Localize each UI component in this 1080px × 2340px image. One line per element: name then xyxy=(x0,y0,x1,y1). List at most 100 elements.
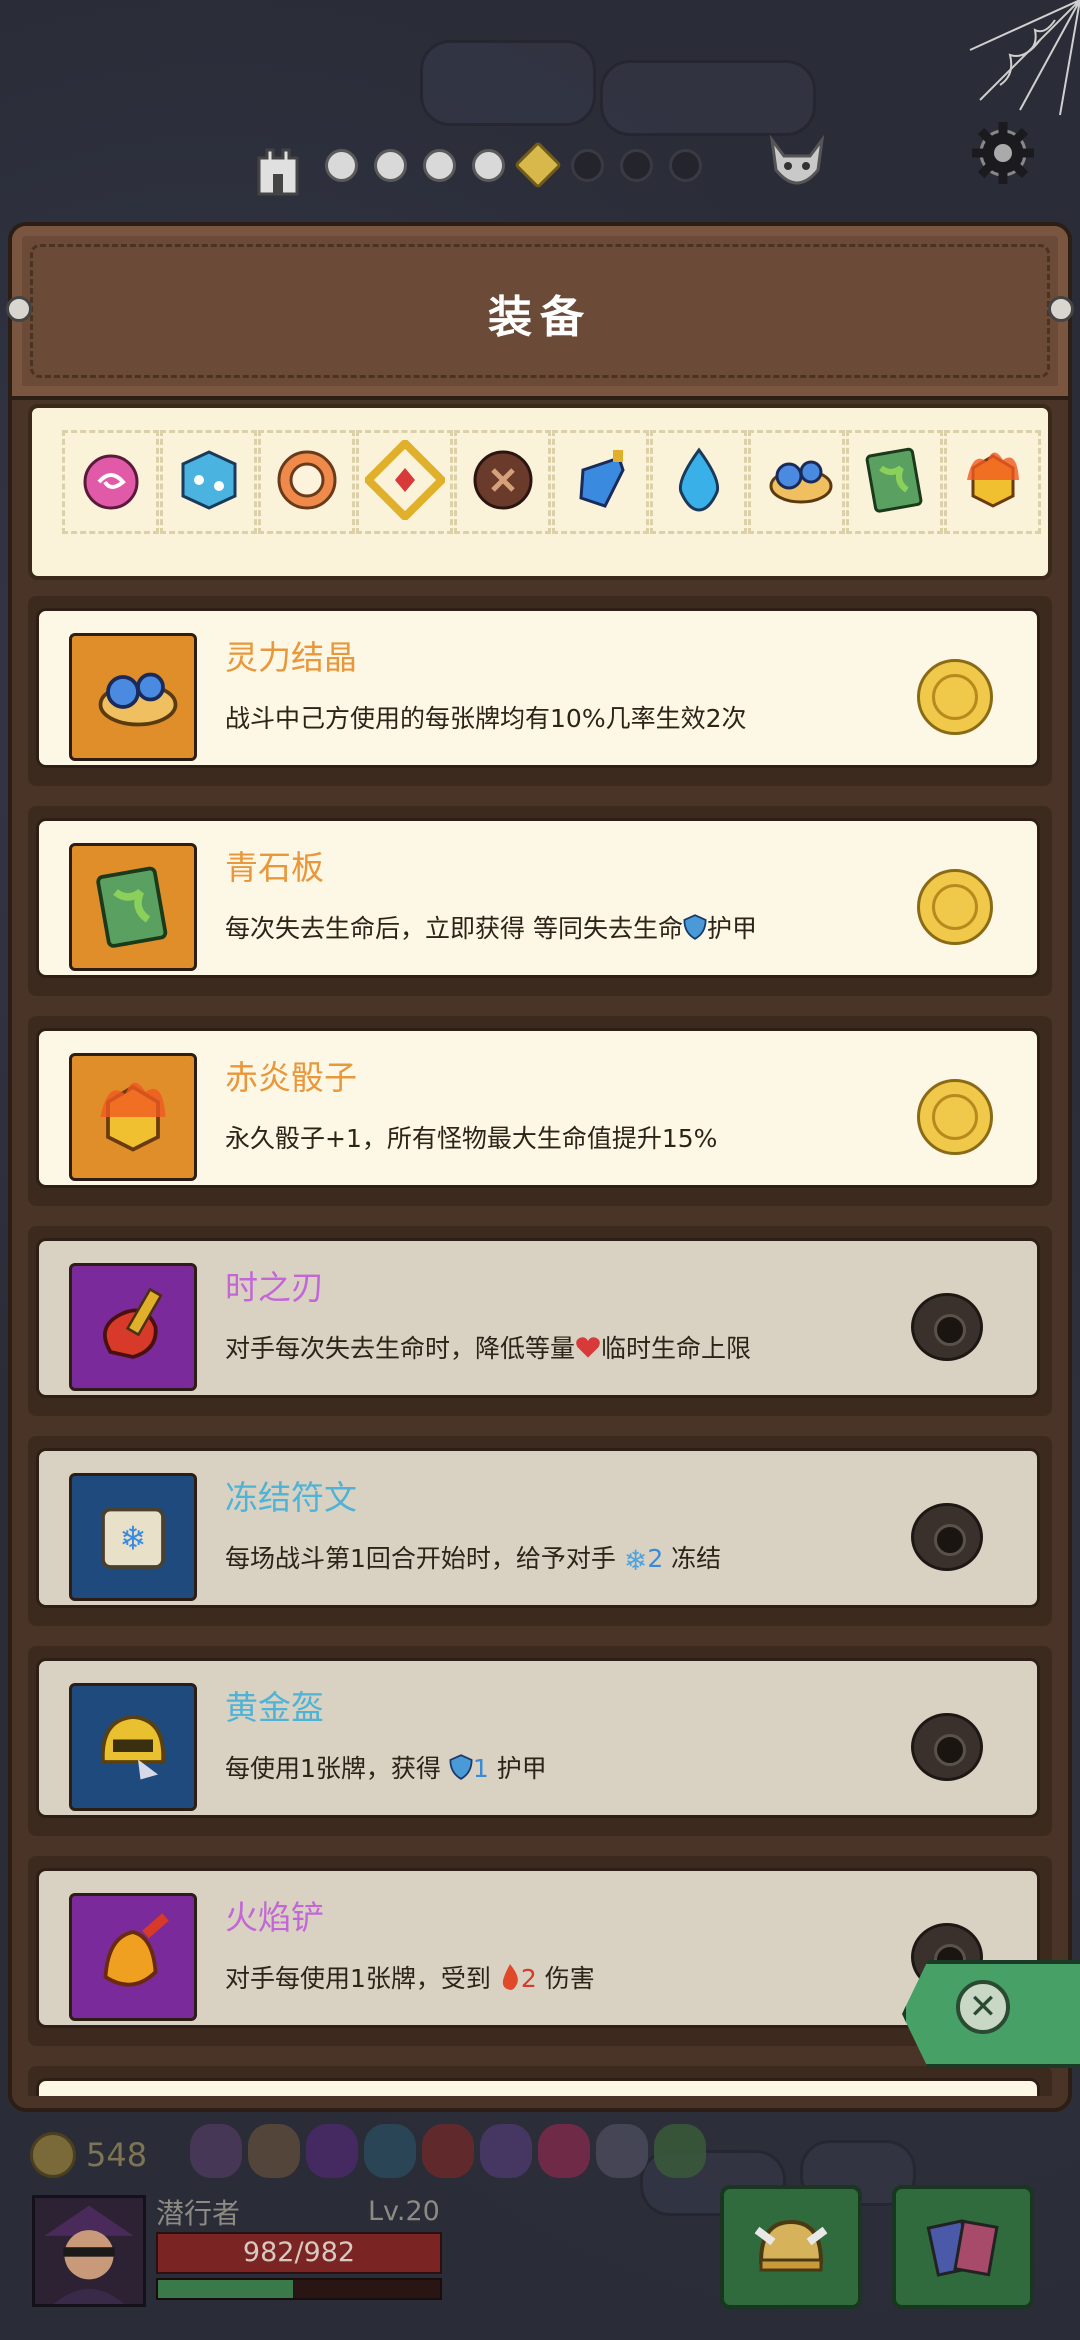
deck-button[interactable] xyxy=(892,2185,1034,2309)
monster-icon xyxy=(248,2124,300,2178)
progress-dot xyxy=(669,148,702,182)
equipment-card-body: 灵力结晶 战斗中己方使用的每张牌均有10%几率生效2次 xyxy=(36,608,1040,768)
snowflake-icon: ❄ xyxy=(623,1543,648,1577)
equipment-name: 冻结符文 xyxy=(225,1478,357,1517)
monster-icon xyxy=(480,2124,532,2178)
progress-dot xyxy=(374,148,407,182)
equipment-desc-text: 每次失去生命后，立即获得 等同失去生命 xyxy=(225,914,683,943)
hp-bar: 982/982 xyxy=(156,2232,442,2274)
spider-web-icon xyxy=(969,0,1080,116)
equipment-card[interactable]: 灵力结晶 战斗中己方使用的每张牌均有10%几率生效2次 xyxy=(28,596,1052,786)
equipment-desc: 每使用1张牌，获得 1 护甲 xyxy=(225,1749,547,1786)
spirit-crystal-icon xyxy=(69,633,197,761)
equipment-desc-text: 护甲 xyxy=(488,1754,547,1783)
gold-coin-icon[interactable] xyxy=(917,659,993,735)
equipped-slot[interactable] xyxy=(454,430,551,534)
equipment-card-body: 赤炎骰子永久骰子+1，所有怪物最大生命值提升15% xyxy=(36,1028,1040,1188)
equipment-card[interactable]: 青石板 每次失去生命后，立即获得 等同失去生命 护甲 xyxy=(28,806,1052,996)
equipment-card[interactable] xyxy=(28,2066,1052,2096)
equipment-card-body: 时之刃对手每次失去生命时，降低等量 临时生命上限 xyxy=(36,1238,1040,1398)
equipment-card-body xyxy=(36,2078,1040,2096)
settings-gear-icon[interactable] xyxy=(968,118,1038,188)
equipment-card-body: 黄金盔每使用1张牌，获得 1 护甲 xyxy=(36,1658,1040,1818)
equipment-desc-text: 战斗中己方使用的每张牌均有10%几率生效2次 xyxy=(225,704,747,733)
equipment-card-body: 青石板 每次失去生命后，立即获得 等同失去生命 护甲 xyxy=(36,818,1040,978)
monster-icon xyxy=(422,2124,474,2178)
demon-boss-icon xyxy=(769,134,825,185)
helmet-icon xyxy=(754,2219,828,2272)
monster-icon xyxy=(306,2124,358,2178)
equipment-desc: 永久骰子+1，所有怪物最大生命值提升15% xyxy=(225,1119,717,1155)
equipped-slot[interactable] xyxy=(62,430,159,534)
equipped-slot[interactable] xyxy=(356,430,453,534)
water-drop-icon xyxy=(659,440,739,524)
equipment-desc-text: 冻结 xyxy=(663,1544,722,1573)
equipped-slot[interactable] xyxy=(846,430,943,534)
fire-dice-icon xyxy=(953,440,1033,524)
equipment-desc-text: 临时生命上限 xyxy=(601,1334,752,1363)
equipment-card-body: ❄ 冻结符文每场战斗第1回合开始时，给予对手 ❄2 冻结 xyxy=(36,1448,1040,1608)
flame-icon xyxy=(499,1964,521,1997)
flame-shovel-icon xyxy=(69,1893,197,2021)
heart-icon xyxy=(575,1336,601,1365)
equipment-card[interactable]: 时之刃对手每次失去生命时，降低等量 临时生命上限 xyxy=(28,1226,1052,1416)
equipment-desc-text: 对手每次失去生命时，降低等量 xyxy=(225,1334,576,1363)
equipped-slot[interactable] xyxy=(944,430,1041,534)
monster-icon xyxy=(538,2124,590,2178)
gold-coin-icon[interactable] xyxy=(917,869,993,945)
equipment-desc: 对手每次失去生命时，降低等量 临时生命上限 xyxy=(225,1329,751,1365)
equipment-name: 赤炎骰子 xyxy=(225,1058,357,1097)
equipment-card-body: 火焰铲 对手每使用1张牌，受到 2 伤害 xyxy=(36,1868,1040,2028)
spirit-crystal-icon xyxy=(757,440,837,524)
equipment-list[interactable]: 灵力结晶 战斗中己方使用的每张牌均有10%几率生效2次 青石板 每次失去生命后，立即获… xyxy=(28,596,1052,2096)
time-blade-icon xyxy=(69,1263,197,1391)
close-icon[interactable]: ✕ xyxy=(956,1980,1010,2034)
effect-amount: 1 xyxy=(472,1754,489,1783)
effect-amount: 2 xyxy=(647,1544,664,1573)
panel-title: 装备 xyxy=(488,292,592,343)
ring-icon xyxy=(267,440,347,524)
equipped-slot[interactable] xyxy=(258,430,355,534)
xp-fill xyxy=(158,2280,294,2298)
green-slate-icon xyxy=(855,440,935,524)
player-avatar[interactable] xyxy=(32,2195,146,2307)
equipment-card[interactable]: ❄ 冻结符文每场战斗第1回合开始时，给予对手 ❄2 冻结 xyxy=(28,1436,1052,1626)
locked-slot-icon[interactable] xyxy=(911,1293,983,1361)
equipped-slot[interactable] xyxy=(748,430,845,534)
equipment-card[interactable]: 黄金盔每使用1张牌，获得 1 护甲 xyxy=(28,1646,1052,1836)
equipment-card[interactable]: 火焰铲 对手每使用1张牌，受到 2 伤害 xyxy=(28,1856,1052,2046)
equipment-name: 火焰铲 xyxy=(225,1898,324,1937)
equipped-slot[interactable] xyxy=(552,430,649,534)
equipment-card[interactable]: 赤炎骰子永久骰子+1，所有怪物最大生命值提升15% xyxy=(28,1016,1052,1206)
gold-counter: 548 xyxy=(30,2132,147,2178)
effect-amount: 2 xyxy=(520,1964,537,1993)
equipped-slot[interactable] xyxy=(650,430,747,534)
gold-chain-icon xyxy=(362,437,447,524)
monster-icon xyxy=(190,2124,242,2178)
ice-dice-icon xyxy=(169,440,249,524)
equipment-button[interactable] xyxy=(720,2185,862,2309)
monster-icon xyxy=(596,2124,648,2178)
progress-dot xyxy=(571,148,604,182)
progress-dot xyxy=(423,148,456,182)
dungeon-progress xyxy=(0,0,1080,230)
player-level: Lv.20 xyxy=(368,2196,440,2227)
panel-header: 装备 xyxy=(6,226,1074,400)
mana-potion-icon xyxy=(561,440,641,524)
equipment-name: 时之刃 xyxy=(225,1268,324,1307)
castle-icon xyxy=(257,148,299,196)
equipment-name: 黄金盔 xyxy=(225,1688,324,1727)
wooden-button-icon xyxy=(463,440,543,524)
gold-coin-icon xyxy=(30,2132,76,2178)
progress-dot xyxy=(472,148,505,182)
progress-current-marker xyxy=(513,140,563,190)
gold-coin-icon[interactable] xyxy=(917,1079,993,1155)
locked-slot-icon[interactable] xyxy=(911,1503,983,1571)
locked-slot-icon[interactable] xyxy=(911,1713,983,1781)
equipment-desc-text: 每使用1张牌，获得 xyxy=(225,1754,449,1783)
equipped-slot[interactable] xyxy=(160,430,257,534)
fire-dice-icon xyxy=(69,1053,197,1181)
cards-icon xyxy=(926,2219,999,2277)
equipment-desc-text: 护甲 xyxy=(706,914,757,943)
equipment-desc: 每场战斗第1回合开始时，给予对手 ❄2 冻结 xyxy=(225,1539,721,1577)
